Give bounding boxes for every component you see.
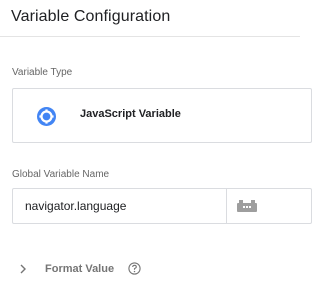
global-variable-name-input[interactable] (13, 189, 226, 223)
javascript-variable-icon (37, 107, 56, 126)
variable-type-value: JavaScript Variable (80, 108, 181, 120)
chevron-right-icon (20, 264, 26, 274)
variable-picker-icon (237, 200, 257, 212)
variable-configuration-panel: Variable Configuration Variable Type Jav… (0, 0, 312, 297)
help-icon[interactable] (128, 262, 141, 275)
panel-title: Variable Configuration (11, 8, 171, 25)
global-variable-name-field (12, 188, 312, 224)
panel-header: Variable Configuration (0, 0, 300, 37)
variable-picker-button[interactable] (227, 189, 267, 223)
global-variable-name-label: Global Variable Name (12, 169, 110, 180)
variable-type-selector[interactable]: JavaScript Variable (12, 88, 312, 143)
format-value-label: Format Value (45, 263, 115, 275)
variable-type-label: Variable Type (12, 67, 73, 78)
